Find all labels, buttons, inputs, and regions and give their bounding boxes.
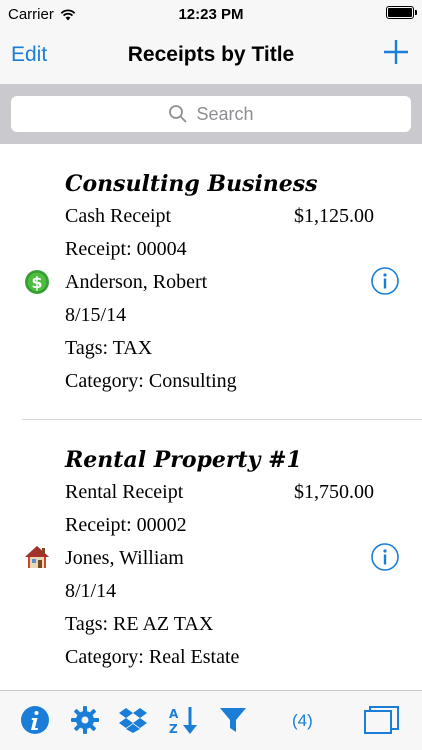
receipt-list: Consulting Business Cash Receipt $1,125.… <box>0 144 422 690</box>
receipt-amount: $1,125.00 <box>294 205 374 227</box>
receipt-type: Cash Receipt <box>65 205 172 227</box>
svg-text:Z: Z <box>169 722 178 735</box>
navigation-bar: Edit Receipts by Title <box>0 30 422 84</box>
battery-icon <box>386 6 417 19</box>
search-icon <box>169 105 188 123</box>
receipt-date: 8/15/14 <box>65 304 127 326</box>
page-title: Receipts by Title <box>127 43 295 66</box>
receipt-title: Rental Property #1 <box>65 447 302 473</box>
status-bar: Carrier 12:23 PM <box>0 0 422 30</box>
status-time: 12:23 PM <box>178 6 244 23</box>
search-input[interactable]: Search <box>11 96 411 132</box>
svg-text:A: A <box>169 707 179 721</box>
receipt-amount: $1,750.00 <box>294 481 374 503</box>
receipt-payer: Anderson, Robert <box>65 271 208 293</box>
bottom-toolbar: A Z (4) <box>0 690 422 750</box>
receipt-type: Rental Receipt <box>65 481 184 503</box>
filter-icon[interactable] <box>218 705 248 735</box>
receipt-number: Receipt: 00004 <box>65 238 187 260</box>
receipt-category: Category: Consulting <box>65 370 237 392</box>
receipt-row-consulting[interactable]: Consulting Business Cash Receipt $1,125.… <box>0 144 422 420</box>
receipt-category: Category: Real Estate <box>65 646 240 668</box>
dropbox-icon[interactable] <box>118 705 148 735</box>
receipt-count: (4) <box>292 711 313 730</box>
receipt-tags: Tags: TAX <box>65 337 153 359</box>
gear-icon[interactable] <box>70 705 100 735</box>
cash-icon: $ <box>25 270 49 294</box>
battery-indicator <box>386 6 417 19</box>
receipt-title: Consulting Business <box>65 171 318 197</box>
receipt-number: Receipt: 00002 <box>65 514 187 536</box>
receipt-payer: Jones, William <box>65 547 184 569</box>
add-icon[interactable] <box>382 38 410 66</box>
search-bar: Search <box>0 84 422 144</box>
svg-text:$: $ <box>31 273 42 292</box>
info-icon[interactable] <box>370 542 400 572</box>
receipt-row-rental[interactable]: Rental Property #1 Rental Receipt $1,750… <box>0 420 422 690</box>
sort-az-icon[interactable]: A Z <box>168 705 198 735</box>
search-placeholder: Search <box>196 103 254 124</box>
receipt-date: 8/1/14 <box>65 580 117 602</box>
receipt-tags: Tags: RE AZ TAX <box>65 613 214 635</box>
house-icon <box>25 546 49 568</box>
windows-icon[interactable] <box>364 705 400 735</box>
info-icon[interactable] <box>20 705 50 735</box>
info-icon[interactable] <box>370 266 400 296</box>
